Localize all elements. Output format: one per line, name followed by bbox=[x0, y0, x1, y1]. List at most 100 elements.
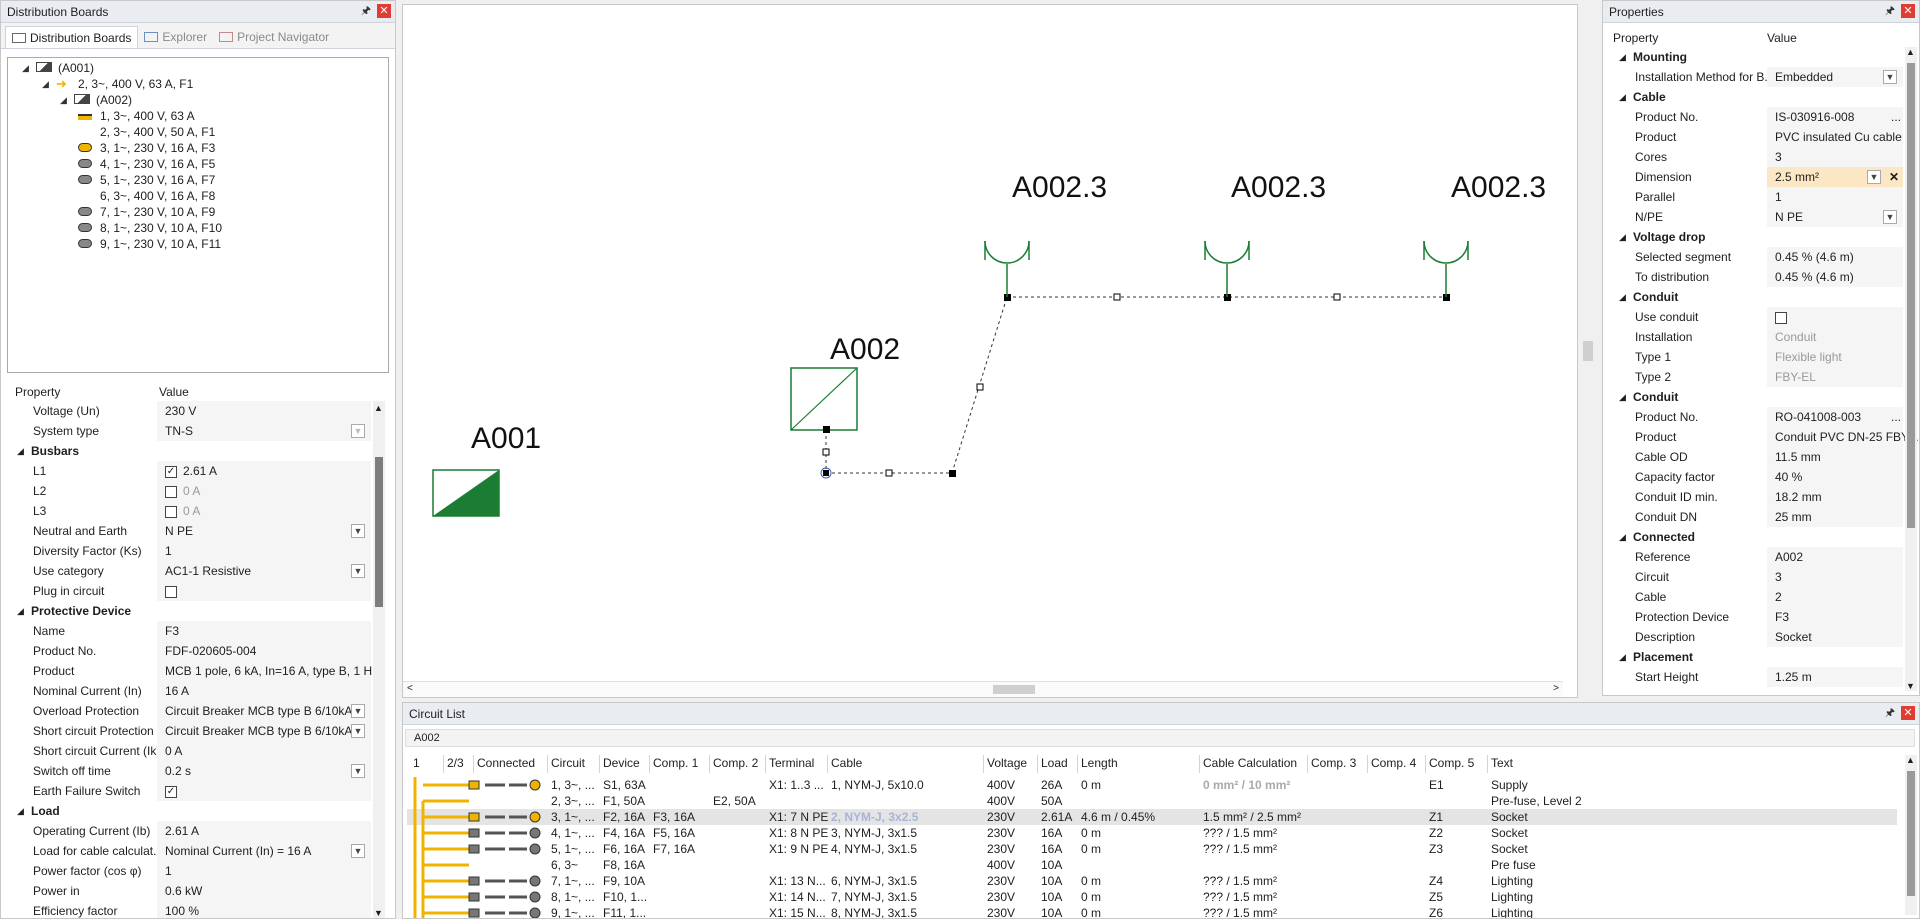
cable-route[interactable] bbox=[825, 296, 1446, 474]
table-cell[interactable]: 4, NYM-J, 3x1.5 bbox=[831, 841, 981, 857]
property-row[interactable]: Plug in circuit bbox=[7, 581, 371, 601]
table-cell[interactable]: 2, NYM-J, 3x2.5 bbox=[831, 809, 981, 825]
property-row[interactable]: Parallel 1 bbox=[1609, 187, 1903, 207]
property-value[interactable]: FDF-020605-004 bbox=[157, 641, 371, 661]
property-row[interactable]: Product No. RO-041008-003... bbox=[1609, 407, 1903, 427]
property-row[interactable]: Short circuit Current (Ik) 0 A bbox=[7, 741, 371, 761]
property-value[interactable]: 1 bbox=[157, 541, 371, 561]
column-header[interactable]: Terminal bbox=[769, 755, 829, 771]
column-header[interactable]: Device bbox=[603, 755, 651, 771]
scroll-down-icon[interactable]: ▼ bbox=[374, 908, 383, 918]
property-row[interactable]: Conduit ID min. 18.2 mm bbox=[1609, 487, 1903, 507]
property-value[interactable]: 0 A bbox=[157, 741, 371, 761]
property-value[interactable]: 100 % bbox=[157, 901, 371, 918]
property-value[interactable]: Conduit PVC DN-25 FBY-... bbox=[1767, 427, 1919, 447]
property-value[interactable]: 11.5 mm bbox=[1767, 447, 1903, 467]
property-value[interactable]: ✓ bbox=[157, 781, 371, 801]
ellipsis-button[interactable]: ... bbox=[1891, 407, 1901, 427]
chevron-down-icon[interactable]: ▼ bbox=[351, 844, 365, 858]
collapse-icon[interactable]: ◢ bbox=[17, 601, 24, 621]
scroll-thumb[interactable] bbox=[375, 457, 383, 607]
property-value[interactable]: 18.2 mm bbox=[1767, 487, 1903, 507]
close-icon[interactable]: ✕ bbox=[1901, 4, 1915, 18]
property-value[interactable]: Conduit bbox=[1767, 327, 1903, 347]
property-value[interactable]: RO-041008-003... bbox=[1767, 407, 1903, 427]
section-header[interactable]: ◢ Busbars bbox=[7, 441, 371, 461]
property-value[interactable]: Circuit Breaker MCB type B 6/10kA ▼ bbox=[157, 721, 371, 741]
column-header[interactable]: Cable Calculation bbox=[1203, 755, 1309, 771]
tab-distribution-boards[interactable]: Distribution Boards bbox=[5, 26, 139, 48]
property-value[interactable]: N PE ▼ bbox=[157, 521, 371, 541]
column-header[interactable]: 2/3 bbox=[447, 755, 475, 771]
collapse-icon[interactable]: ◢ bbox=[17, 801, 24, 821]
section-header[interactable]: ◢ Conduit bbox=[1609, 387, 1903, 407]
table-row[interactable]: 4, 1~, ... F4, 16A F5, 16A X1: 8 N PE 3, NYM… bbox=[407, 825, 1897, 841]
tree-item[interactable]: 3, 1~, 230 V, 16 A, F3 bbox=[78, 140, 215, 156]
property-value[interactable]: 40 % bbox=[1767, 467, 1903, 487]
circuit-list-scrollbar[interactable]: ▲ bbox=[1905, 755, 1917, 915]
property-value[interactable]: 1.25 m bbox=[1767, 667, 1903, 687]
collapse-icon[interactable]: ◢ bbox=[1619, 227, 1626, 247]
chevron-down-icon[interactable]: ▼ bbox=[351, 764, 365, 778]
property-value[interactable]: AC1-1 Resistive ▼ bbox=[157, 561, 371, 581]
close-icon[interactable]: ✕ bbox=[377, 4, 391, 18]
tree-item[interactable]: 5, 1~, 230 V, 16 A, F7 bbox=[78, 172, 215, 188]
property-row[interactable]: Name F3 bbox=[7, 621, 371, 641]
property-row[interactable]: Selected segment 0.45 % (4.6 m) bbox=[1609, 247, 1903, 267]
property-row[interactable]: N/PE N PE ▼ bbox=[1609, 207, 1903, 227]
collapse-icon[interactable]: ◢ bbox=[1619, 647, 1626, 667]
property-row[interactable]: Neutral and Earth N PE ▼ bbox=[7, 521, 371, 541]
property-row[interactable]: To distribution 0.45 % (4.6 m) bbox=[1609, 267, 1903, 287]
table-cell[interactable]: 1, NYM-J, 5x10.0 bbox=[831, 777, 981, 793]
property-value[interactable]: 0.45 % (4.6 m) bbox=[1767, 267, 1903, 287]
table-row[interactable]: 1, 3~, ... S1, 63A X1: 1..3 ... 1, NYM-J, 5… bbox=[407, 777, 1897, 793]
property-row[interactable]: Type 1 Flexible light bbox=[1609, 347, 1903, 367]
ellipsis-button[interactable]: ... bbox=[1891, 107, 1901, 127]
property-row[interactable]: Dimension 2.5 mm² ▼ ✕ bbox=[1609, 167, 1903, 187]
chevron-down-icon[interactable]: ▼ bbox=[351, 724, 365, 738]
scroll-thumb[interactable] bbox=[1907, 771, 1915, 896]
property-row[interactable]: Protection Device F3 bbox=[1609, 607, 1903, 627]
property-row[interactable]: Nominal Current (In) 16 A bbox=[7, 681, 371, 701]
tree-item[interactable]: 1, 3~, 400 V, 63 A bbox=[78, 108, 195, 124]
property-row[interactable]: Operating Current (Ib) 2.61 A bbox=[7, 821, 371, 841]
table-row[interactable]: 5, 1~, ... F6, 16A F7, 16A X1: 9 N PE 4, NYM… bbox=[407, 841, 1897, 857]
column-header[interactable]: Cable bbox=[831, 755, 981, 771]
property-value[interactable]: 25 mm bbox=[1767, 507, 1903, 527]
property-row[interactable]: Diversity Factor (Ks) 1 bbox=[7, 541, 371, 561]
property-value[interactable]: FBY-EL bbox=[1767, 367, 1903, 387]
board-a001-symbol[interactable] bbox=[432, 469, 500, 517]
property-row[interactable]: Use conduit bbox=[1609, 307, 1903, 327]
property-value[interactable]: 16 A bbox=[157, 681, 371, 701]
property-value[interactable]: Socket bbox=[1767, 627, 1903, 647]
property-row[interactable]: Efficiency factor 100 % bbox=[7, 901, 371, 918]
property-value[interactable] bbox=[1767, 307, 1903, 327]
table-row[interactable]: 2, 3~, ... F1, 50A E2, 50A 400V 50A Pre-fuse,… bbox=[407, 793, 1897, 809]
property-row[interactable]: Earth Failure Switch ✓ bbox=[7, 781, 371, 801]
property-value[interactable]: 2.5 mm² ▼ ✕ bbox=[1767, 167, 1903, 187]
property-row[interactable]: Product PVC insulated Cu cable ... bbox=[1609, 127, 1915, 147]
pin-icon[interactable]: 🖈 bbox=[359, 4, 373, 18]
section-header[interactable]: ◢ Cable bbox=[1609, 87, 1903, 107]
column-header[interactable]: Length bbox=[1081, 755, 1201, 771]
property-value[interactable]: F3 bbox=[157, 621, 371, 641]
column-header[interactable]: Comp. 3 bbox=[1311, 755, 1369, 771]
property-row[interactable]: Use category AC1-1 Resistive ▼ bbox=[7, 561, 371, 581]
property-value[interactable]: IS-030916-008... bbox=[1767, 107, 1903, 127]
property-value[interactable]: ✓ 2.61 A bbox=[157, 461, 371, 481]
property-value[interactable]: 0.2 s ▼ bbox=[157, 761, 371, 781]
property-row[interactable]: System type TN-S ▼ bbox=[7, 421, 371, 441]
section-header[interactable]: ◢ Load bbox=[7, 801, 371, 821]
drawing-canvas[interactable]: A001 A002 A002.3 A002.3 A002.3 < > bbox=[402, 4, 1593, 698]
table-cell[interactable]: 8, NYM-J, 3x1.5 bbox=[831, 905, 981, 918]
pin-icon[interactable]: 🖈 bbox=[1883, 4, 1897, 18]
column-header[interactable]: Comp. 1 bbox=[653, 755, 711, 771]
property-value[interactable]: A002 bbox=[1767, 547, 1903, 567]
column-header[interactable]: Comp. 4 bbox=[1371, 755, 1427, 771]
column-header[interactable]: 1 bbox=[413, 755, 443, 771]
clear-icon[interactable]: ✕ bbox=[1889, 167, 1899, 187]
checkbox-icon[interactable] bbox=[1775, 311, 1787, 324]
chevron-down-icon[interactable]: ▼ bbox=[351, 564, 365, 578]
table-row[interactable]: 9, 1~, ... F11, 1... X1: 15 N... 8, NYM-J, … bbox=[407, 905, 1897, 918]
property-value[interactable] bbox=[157, 581, 371, 601]
